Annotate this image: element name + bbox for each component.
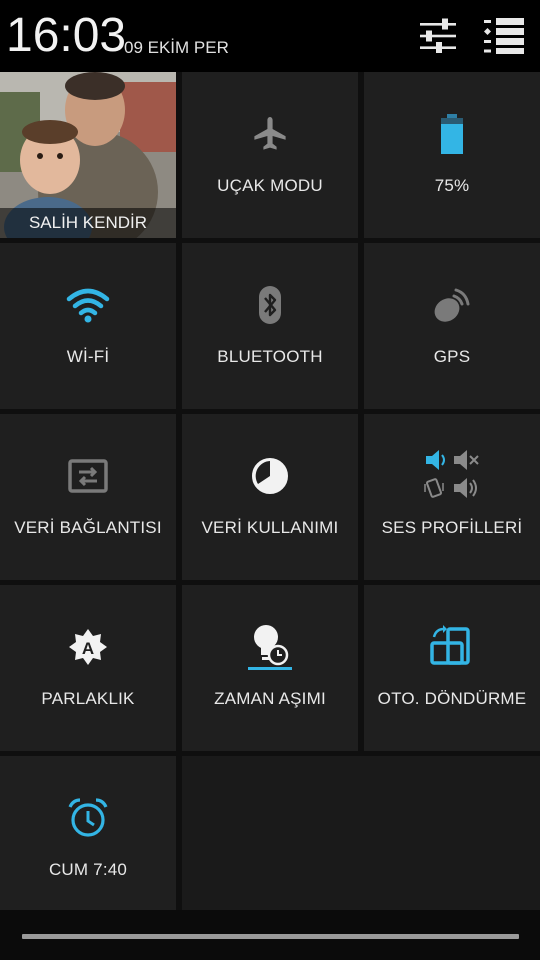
gps-tile[interactable]: GPS	[364, 243, 540, 409]
airplane-mode-tile[interactable]: UÇAK MODU	[182, 72, 358, 238]
gps-icon	[434, 288, 470, 322]
sliders-icon[interactable]	[416, 14, 460, 58]
drag-handle[interactable]	[22, 934, 519, 939]
data-usage-tile[interactable]: VERİ KULLANIMI	[182, 414, 358, 580]
auto-rotate-icon	[430, 625, 470, 665]
date-label: 09 EKİM PER	[124, 38, 229, 57]
alarm-tile[interactable]: CUM 7:40	[0, 756, 176, 922]
quick-settings-grid: SALİH KENDİR UÇAK MODU 75% Wİ-Fİ BLUETOO…	[0, 72, 540, 922]
brightness-tile[interactable]: A PARLAKLIK	[0, 585, 176, 751]
clock-time: 16:03	[6, 9, 127, 62]
bluetooth-tile[interactable]: BLUETOOTH	[182, 243, 358, 409]
user-name: SALİH KENDİR	[0, 208, 176, 238]
sound-profiles-tile[interactable]: SES PROFİLLERİ	[364, 414, 540, 580]
airplane-icon	[254, 117, 286, 150]
data-transfer-icon	[68, 459, 108, 493]
gps-label: GPS	[433, 347, 471, 366]
wifi-label: Wİ-Fİ	[66, 347, 110, 366]
alarm-clock-icon	[68, 798, 108, 837]
bluetooth-label: BLUETOOTH	[217, 347, 323, 366]
screen-timeout-icon	[248, 625, 292, 670]
svg-text:A: A	[82, 639, 94, 658]
battery-tile[interactable]: 75%	[364, 72, 540, 238]
alarm-label: CUM 7:40	[48, 860, 128, 879]
bluetooth-icon	[259, 286, 281, 324]
empty-tile-area	[182, 756, 540, 922]
auto-rotate-label: OTO. DÖNDÜRME	[377, 689, 527, 708]
data-usage-icon	[252, 458, 288, 494]
battery-label: 75%	[434, 176, 470, 195]
brightness-auto-icon: A	[69, 629, 107, 665]
sound-profiles-icon	[424, 450, 479, 498]
brightness-label: PARLAKLIK	[41, 689, 135, 708]
battery-icon	[441, 114, 463, 154]
bottom-bar	[0, 910, 540, 960]
data-usage-label: VERİ KULLANIMI	[201, 518, 339, 537]
user-profile-tile[interactable]: SALİH KENDİR	[0, 72, 176, 238]
notification-list-icon[interactable]	[482, 14, 526, 58]
airplane-mode-label: UÇAK MODU	[217, 176, 323, 195]
screen-timeout-label: ZAMAN AŞIMI	[214, 689, 326, 708]
data-connection-label: VERİ BAĞLANTISI	[14, 518, 162, 537]
sound-profiles-label: SES PROFİLLERİ	[381, 518, 523, 537]
auto-rotate-tile[interactable]: OTO. DÖNDÜRME	[364, 585, 540, 751]
wifi-tile[interactable]: Wİ-Fİ	[0, 243, 176, 409]
screen-timeout-tile[interactable]: ZAMAN AŞIMI	[182, 585, 358, 751]
wifi-icon	[66, 288, 110, 323]
status-header: 16:03 09 EKİM PER	[0, 0, 540, 72]
data-connection-tile[interactable]: VERİ BAĞLANTISI	[0, 414, 176, 580]
